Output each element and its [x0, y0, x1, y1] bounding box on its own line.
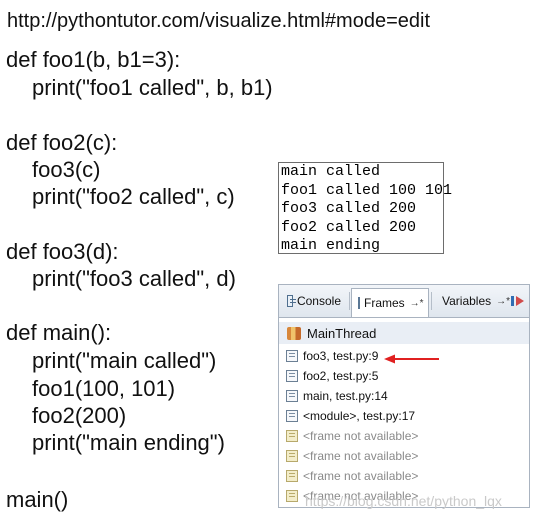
url-text: http://pythontutor.com/visualize.html#mo…: [7, 10, 431, 32]
frame-label: main, test.py:14: [303, 389, 388, 403]
tab-frames[interactable]: Frames →*: [351, 288, 429, 317]
tab-separator: [349, 292, 350, 310]
frame-icon: [286, 450, 298, 462]
code-line: print("main ending"): [32, 430, 225, 455]
tab-pin-indicator: →*: [496, 295, 511, 307]
frame-icon: [286, 370, 298, 382]
code-line: def foo3(d):: [6, 239, 119, 264]
frame-row-unavailable[interactable]: <frame not available>: [279, 446, 529, 466]
watermark: https://blog.csdn.net/python_lqx: [305, 493, 502, 509]
frame-icon: [286, 390, 298, 402]
frame-icon: [286, 470, 298, 482]
code-line: print("foo3 called", d): [32, 266, 236, 291]
thread-icon: [287, 326, 301, 340]
frame-icon: [286, 410, 298, 422]
frame-row[interactable]: foo2, test.py:5: [279, 366, 529, 386]
tab-label: Variables: [442, 294, 492, 308]
console-line: main ending: [281, 237, 381, 254]
code-line: foo3(c): [32, 157, 101, 182]
step-icon: [511, 295, 525, 307]
console-line: foo3 called 200: [281, 200, 417, 217]
frame-row[interactable]: main, test.py:14: [279, 386, 529, 406]
console-icon: [287, 295, 296, 307]
code-line: foo1(100, 101): [32, 376, 176, 401]
tab-label: Frames: [364, 296, 405, 310]
console-line: main called: [281, 163, 381, 180]
thread-row[interactable]: MainThread: [279, 322, 529, 344]
frame-icon: [286, 490, 298, 502]
frame-row[interactable]: <module>, test.py:17: [279, 406, 529, 426]
tab-overflow[interactable]: [509, 288, 529, 314]
frame-icon: [286, 430, 298, 442]
frame-row-unavailable[interactable]: <frame not available>: [279, 426, 529, 446]
frame-label: <module>, test.py:17: [303, 409, 416, 423]
frames-icon: [358, 297, 360, 309]
code-line: main(): [6, 487, 69, 512]
frame-label: <frame not available>: [303, 429, 419, 443]
tab-pin-indicator: →*: [409, 297, 424, 309]
console-line: foo2 called 200: [281, 218, 417, 236]
console-output-box: main called foo1 called 100 101 foo3 cal…: [278, 162, 453, 254]
debugger-panel: Console Frames →* Variables →* MainThrea…: [278, 284, 530, 508]
frame-icon: [286, 350, 298, 362]
thread-label: MainThread: [307, 325, 377, 341]
code-line: print("main called"): [32, 348, 217, 373]
code-line: print("foo2 called", c): [32, 184, 235, 209]
code-line: def main():: [6, 320, 112, 345]
code-line: foo2(200): [32, 403, 127, 428]
console-line: foo1 called 100 101: [281, 181, 453, 199]
code-line: print("foo1 called", b, b1): [32, 75, 273, 100]
frame-label: <frame not available>: [303, 469, 419, 483]
current-frame-arrow-icon: [384, 354, 439, 364]
frame-row-unavailable[interactable]: <frame not available>: [279, 466, 529, 486]
tab-label: Console: [296, 294, 341, 308]
tab-bar: Console Frames →* Variables →*: [279, 285, 529, 318]
frame-label: <frame not available>: [303, 449, 419, 463]
tab-variables[interactable]: Variables →*: [432, 288, 510, 314]
tab-console[interactable]: Console: [281, 288, 347, 314]
frame-label: foo2, test.py:5: [303, 369, 379, 383]
code-line: def foo2(c):: [6, 130, 118, 155]
code-line: def foo1(b, b1=3):: [6, 47, 181, 72]
frame-label: foo3, test.py:9: [303, 349, 379, 363]
